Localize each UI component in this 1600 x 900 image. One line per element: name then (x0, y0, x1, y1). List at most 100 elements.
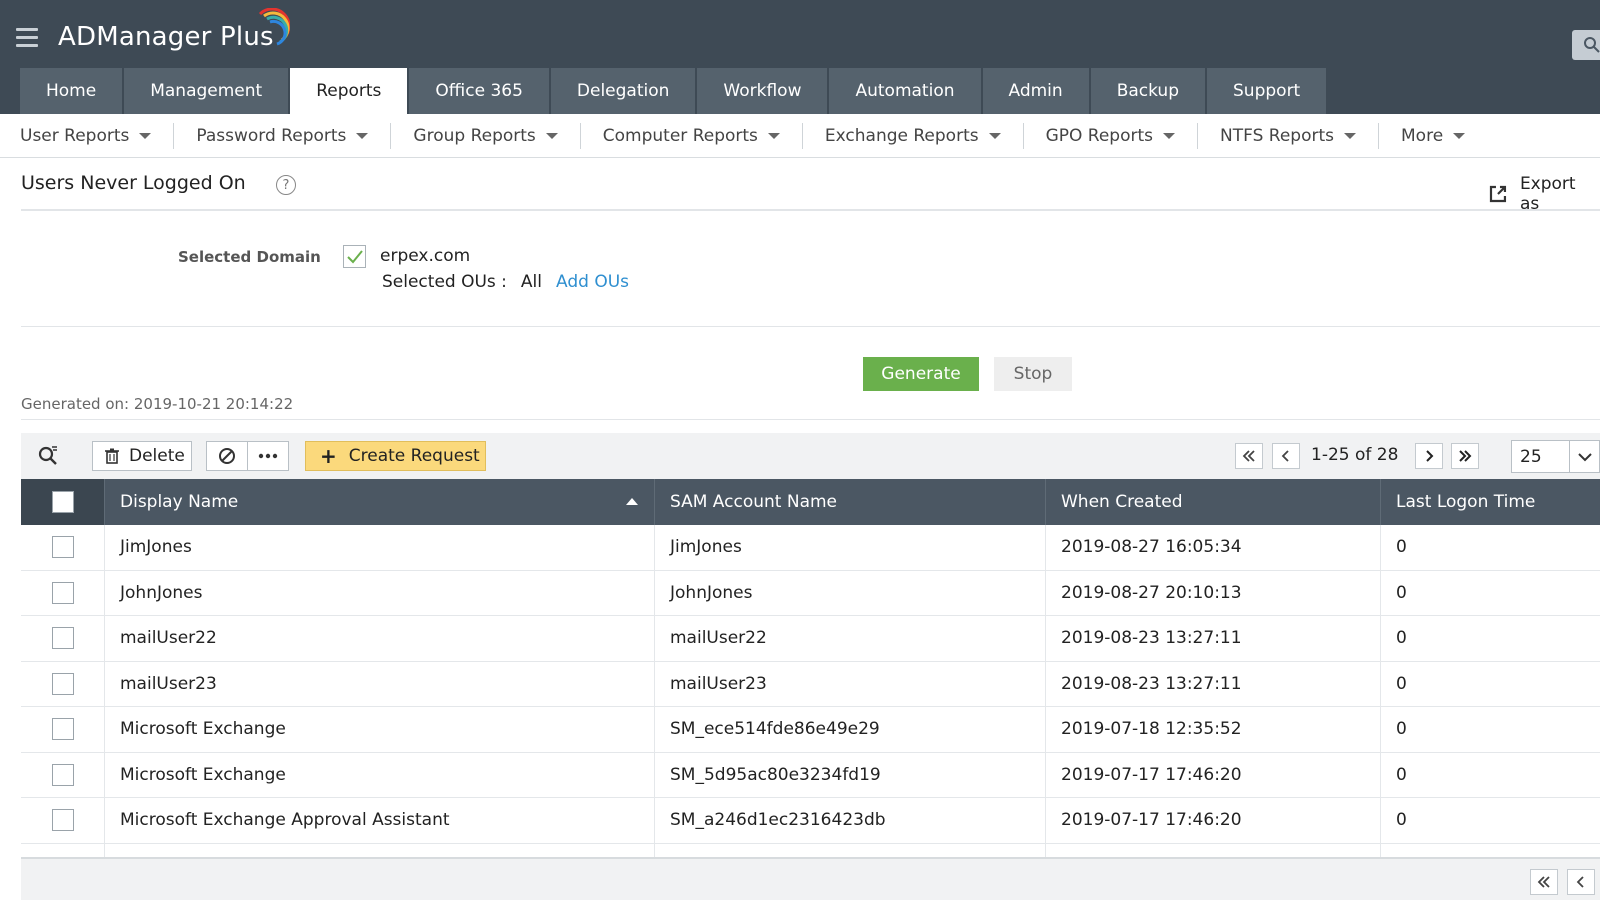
cell-sam-account-name: JohnJones (655, 570, 1046, 615)
table-body: JimJones JimJones 2019-08-27 16:05:34 0 … (21, 525, 1600, 858)
row-checkbox-cell (21, 752, 105, 797)
select-all-checkbox[interactable] (51, 491, 74, 513)
disable-button[interactable] (207, 442, 247, 470)
caret-down-icon (1163, 132, 1176, 139)
tab-management[interactable]: Management (124, 68, 289, 114)
app-header: ADManager Plus Home Management Reports O… (0, 0, 1600, 114)
cell-sam-account-name: SM_ece514fde86e49e29 (655, 707, 1046, 752)
help-icon[interactable]: ? (276, 175, 296, 195)
first-page-button[interactable] (1235, 443, 1263, 469)
row-cell (655, 843, 1046, 857)
column-last-logon-time[interactable]: Last Logon Time (1381, 479, 1600, 525)
tab-admin[interactable]: Admin (982, 68, 1089, 114)
more-actions-button[interactable] (247, 442, 287, 470)
create-request-button[interactable]: + Create Request (305, 441, 486, 471)
subnav-more[interactable]: More (1379, 123, 1487, 149)
tab-automation[interactable]: Automation (829, 68, 981, 114)
subnav-exchange-reports[interactable]: Exchange Reports (803, 122, 1024, 149)
plus-icon: + (320, 444, 337, 468)
search-filter-icon (38, 446, 57, 465)
cell-when-created: 2019-07-18 12:35:52 (1046, 707, 1381, 752)
last-page-button[interactable] (1451, 443, 1479, 469)
caret-down-icon (1453, 132, 1466, 139)
subnav-user-reports[interactable]: User Reports (0, 122, 175, 149)
next-page-button[interactable] (1415, 443, 1443, 469)
add-ous-link[interactable]: Add OUs (556, 272, 629, 292)
cell-when-created: 2019-08-27 20:10:13 (1046, 570, 1381, 615)
cell-when-created: 2019-07-17 17:46:20 (1046, 752, 1381, 797)
app-logo: ADManager Plus (58, 22, 274, 52)
trash-icon (105, 448, 119, 464)
table-row[interactable]: JimJones JimJones 2019-08-27 16:05:34 0 (21, 525, 1600, 571)
page-size-select[interactable]: 25 (1511, 440, 1600, 473)
cell-when-created: 2019-08-23 13:27:11 (1046, 616, 1381, 661)
table-row[interactable]: Microsoft Exchange SM_5d95ac80e3234fd19 … (21, 752, 1600, 798)
divider (21, 209, 1600, 211)
export-button[interactable]: Export as (1488, 174, 1600, 214)
generate-button[interactable]: Generate (863, 357, 979, 391)
chevron-left-icon (1281, 450, 1289, 462)
tab-office-365[interactable]: Office 365 (409, 68, 549, 114)
table-row[interactable]: JohnJones JohnJones 2019-08-27 20:10:13 … (21, 570, 1600, 616)
subnav-gpo-reports[interactable]: GPO Reports (1024, 122, 1199, 149)
domain-name: erpex.com (380, 246, 471, 266)
subnav-computer-reports[interactable]: Computer Reports (581, 122, 803, 149)
report-table: Display Name SAM Account Name When Creat… (21, 479, 1600, 858)
row-checkbox[interactable] (51, 627, 74, 650)
tab-delegation[interactable]: Delegation (550, 68, 696, 114)
stop-button[interactable]: Stop (994, 357, 1072, 391)
search-icon (1584, 37, 1600, 53)
row-checkbox-cell (21, 661, 105, 706)
selected-domain-label: Selected Domain (178, 248, 321, 266)
row-checkbox[interactable] (51, 809, 74, 832)
delete-button[interactable]: Delete (92, 441, 192, 471)
prev-page-button[interactable] (1272, 443, 1300, 469)
row-checkbox[interactable] (51, 581, 74, 604)
row-checkbox[interactable] (51, 763, 74, 786)
tab-reports[interactable]: Reports (290, 68, 408, 114)
row-checkbox[interactable] (51, 718, 74, 741)
page-size-value: 25 (1520, 447, 1542, 467)
cell-when-created: 2019-08-23 13:27:11 (1046, 661, 1381, 706)
subnav-group-reports[interactable]: Group Reports (391, 122, 581, 149)
cell-display-name: mailUser22 (105, 616, 655, 661)
logo-swoosh-icon (258, 8, 290, 46)
caret-down-icon (356, 132, 369, 139)
selected-ous-row: Selected OUs : All Add OUs (382, 272, 629, 292)
column-display-name[interactable]: Display Name (105, 479, 655, 525)
table-footer (21, 857, 1600, 900)
subnav-ntfs-reports[interactable]: NTFS Reports (1198, 122, 1380, 149)
tab-support[interactable]: Support (1207, 68, 1327, 114)
select-all-cell (21, 479, 105, 525)
cell-display-name: Microsoft Exchange (105, 707, 655, 752)
tab-home[interactable]: Home (20, 68, 123, 114)
row-checkbox[interactable] (51, 536, 74, 559)
tab-backup[interactable]: Backup (1090, 68, 1206, 114)
table-row[interactable]: Microsoft Exchange SM_ece514fde86e49e29 … (21, 707, 1600, 753)
cell-last-logon-time: 0 (1396, 582, 1407, 603)
block-icon (219, 448, 235, 464)
table-row-partial (21, 843, 1600, 858)
row-checkbox[interactable] (51, 672, 74, 695)
cell-display-name: mailUser23 (105, 661, 655, 706)
divider (21, 326, 1600, 327)
table-row[interactable]: Microsoft Exchange Approval Assistant SM… (21, 798, 1600, 844)
row-cell (21, 843, 105, 857)
footer-prev-page-button[interactable] (1567, 869, 1595, 895)
tab-workflow[interactable]: Workflow (697, 68, 828, 114)
table-row[interactable]: mailUser22 mailUser22 2019-08-23 13:27:1… (21, 616, 1600, 662)
cell-last-logon-time: 0 (1396, 719, 1407, 740)
subnav-password-reports[interactable]: Password Reports (174, 122, 392, 149)
column-sam-account-name[interactable]: SAM Account Name (655, 479, 1046, 525)
cell-sam-account-name: SM_5d95ac80e3234fd19 (655, 752, 1046, 797)
table-row[interactable]: mailUser23 mailUser23 2019-08-23 13:27:1… (21, 661, 1600, 707)
table-search-button[interactable] (37, 445, 59, 471)
domain-checkbox[interactable] (343, 245, 366, 268)
row-cell (105, 843, 655, 857)
column-when-created[interactable]: When Created (1046, 479, 1381, 525)
menu-icon[interactable] (16, 28, 38, 47)
footer-first-page-button[interactable] (1530, 869, 1558, 895)
cell-sam-account-name: mailUser22 (655, 616, 1046, 661)
cell-last-logon-time: 0 (1396, 810, 1407, 831)
global-search-button[interactable] (1572, 30, 1600, 60)
